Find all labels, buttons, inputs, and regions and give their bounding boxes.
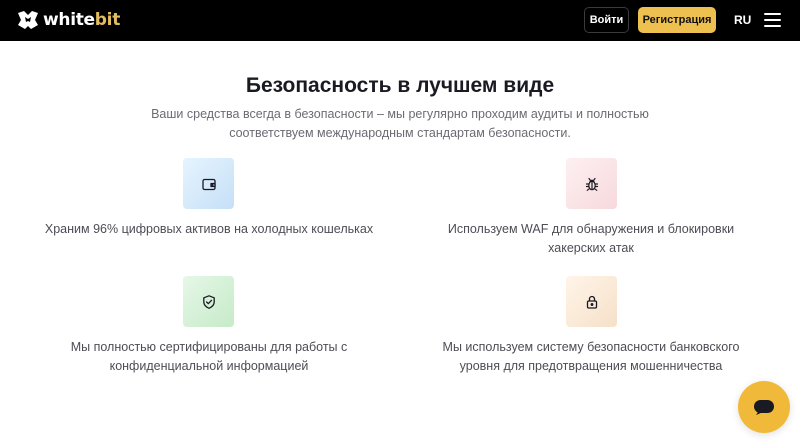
- section-title: Безопасность в лучшем виде: [245, 74, 555, 97]
- shield-check-icon: [202, 294, 215, 309]
- bug-icon: [585, 177, 598, 191]
- feature-text-waf: Используем WAF для обнаружения и блокиро…: [447, 222, 735, 255]
- wallet-icon: [201, 178, 216, 190]
- whitebit-logo-icon: [18, 11, 38, 29]
- top-navigation-bar: whitebit Войти Регистрация RU: [0, 0, 800, 41]
- feature-text-cold-storage: Храним 96% цифровых активов на холодных …: [44, 222, 374, 236]
- section-subtitle: Ваши средства всегда в безопасности – мы…: [151, 107, 649, 140]
- feature-icon-tile-waf: [566, 158, 617, 209]
- feature-text-banking-security: Мы используем систему безопасности банко…: [442, 340, 740, 373]
- whitebit-logo[interactable]: whitebit: [17, 9, 120, 31]
- feature-icon-tile-banking-security: [566, 276, 617, 327]
- logo-wordmark: whitebit: [43, 10, 121, 30]
- login-button[interactable]: Войти: [584, 7, 629, 33]
- chat-icon: [754, 400, 774, 415]
- hamburger-menu-icon[interactable]: [764, 13, 781, 27]
- feature-text-certification: Мы полностью сертифицированы для работы …: [70, 340, 348, 373]
- feature-icon-tile-certification: [183, 276, 234, 327]
- feature-icon-tile-cold-storage: [183, 158, 234, 209]
- register-button[interactable]: Регистрация: [638, 7, 716, 33]
- chat-widget-button[interactable]: [738, 381, 790, 433]
- lock-icon: [586, 295, 597, 309]
- language-selector[interactable]: RU: [734, 13, 751, 27]
